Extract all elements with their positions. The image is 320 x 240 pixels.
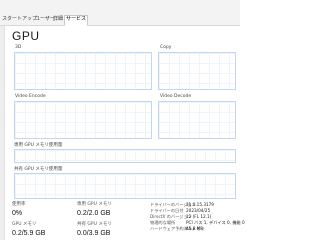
driver-date-value: 2023/04/25	[186, 208, 211, 213]
graph-video-decode-label: Video Decode	[160, 94, 192, 99]
utilization-value: 0%	[12, 210, 23, 217]
tab-details[interactable]: 詳細	[52, 16, 64, 23]
dedicated-gpu-memory-label: 専用 GPU メモリ	[77, 202, 112, 207]
physical-location-key: 物理的な場所	[150, 220, 176, 225]
driver-version-value: 31.0.15.3179	[186, 202, 214, 207]
utilization-label: 使用率	[12, 202, 26, 207]
sidebar-edge	[0, 26, 5, 240]
directx-version-value: 12 (FL 12.1)	[186, 214, 212, 219]
graph-copy-label: Copy	[160, 45, 172, 50]
tab-bar: スタートアップ ユーザー 詳細 サービス	[0, 0, 240, 26]
physical-location-value: PCI バス 1, デバイス 0, 機能 0	[186, 220, 245, 225]
shared-memory-graph	[14, 173, 236, 199]
shared-gpu-memory-label: 共有 GPU メモリ	[77, 222, 112, 227]
shared-gpu-memory-value: 0.0/3.9 GB	[77, 230, 111, 237]
graph-3d	[14, 52, 152, 90]
graph-video-encode-label: Video Encode	[15, 94, 46, 99]
dedicated-gpu-memory-value: 0.2/2.0 GB	[77, 210, 111, 217]
driver-date-key: ドライバーの日付	[150, 208, 184, 213]
reserved-memory-value: 45.6 MB	[186, 226, 204, 231]
graph-copy	[158, 52, 236, 90]
graph-video-encode	[14, 101, 152, 139]
tab-startup[interactable]: スタートアップ	[1, 16, 38, 23]
page-title: GPU	[12, 29, 40, 43]
dedicated-memory-graph	[14, 149, 236, 163]
gpu-memory-value: 0.2/5.9 GB	[12, 230, 46, 237]
graph-3d-label: 3D	[15, 45, 22, 50]
gpu-memory-label: GPU メモリ	[12, 222, 37, 227]
graph-video-decode	[158, 101, 236, 139]
tab-services[interactable]: サービス	[64, 15, 89, 26]
